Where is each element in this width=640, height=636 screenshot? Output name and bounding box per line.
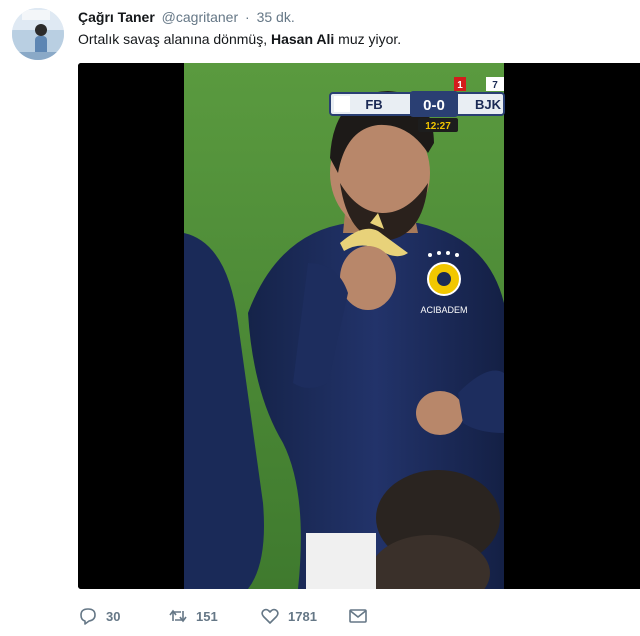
tweet-text: Ortalık savaş alanına dönmüş, Hasan Ali … (78, 30, 401, 48)
scoreboard-clock: 12:27 (425, 121, 451, 132)
corner-number: 7 (492, 80, 498, 91)
tweet-text-suffix: muz yiyor. (334, 31, 402, 47)
scoreboard-home: FB (365, 97, 382, 112)
direct-message-button[interactable] (348, 606, 376, 626)
author-handle[interactable]: @cagritaner (162, 9, 238, 25)
reply-count: 30 (106, 608, 121, 624)
player-hand (340, 246, 396, 310)
retweet-icon (169, 609, 187, 623)
heart-icon (261, 608, 279, 624)
author-name[interactable]: Çağrı Taner (78, 9, 155, 25)
tweet-media-photo[interactable]: ACIBADEM FB 0-0 BJK 12:27 1 7 (78, 63, 640, 589)
tweet-text-prefix: Ortalık savaş alanına dönmüş, (78, 31, 271, 47)
like-button[interactable]: 1781 (260, 606, 348, 626)
retweet-count: 151 (196, 608, 218, 624)
sponsor-text: ACIBADEM (420, 305, 467, 315)
like-count: 1781 (288, 608, 317, 624)
scoreboard-score: 0-0 (423, 97, 445, 114)
tweet-card[interactable]: Çağrı Taner @cagritaner · 35 dk. Ortalık… (0, 0, 640, 636)
avatar[interactable] (12, 8, 64, 60)
match-photo: ACIBADEM FB 0-0 BJK 12:27 1 7 (78, 63, 640, 589)
reply-button[interactable]: 30 (78, 606, 168, 626)
separator-dot: · (245, 9, 250, 25)
tweet-text-bold-name: Hasan Ali (271, 31, 335, 47)
avatar-image (12, 8, 64, 60)
tweet-actions: 30 151 1781 (78, 604, 376, 628)
retweet-button[interactable]: 151 (168, 606, 260, 626)
envelope-icon (349, 609, 367, 623)
tweet-header: Çağrı Taner @cagritaner · 35 dk. (78, 8, 295, 26)
reply-icon (80, 608, 96, 625)
tweet-timestamp[interactable]: 35 dk. (257, 9, 295, 25)
red-card-count: 1 (457, 80, 463, 91)
scoreboard-away: BJK (475, 97, 502, 112)
